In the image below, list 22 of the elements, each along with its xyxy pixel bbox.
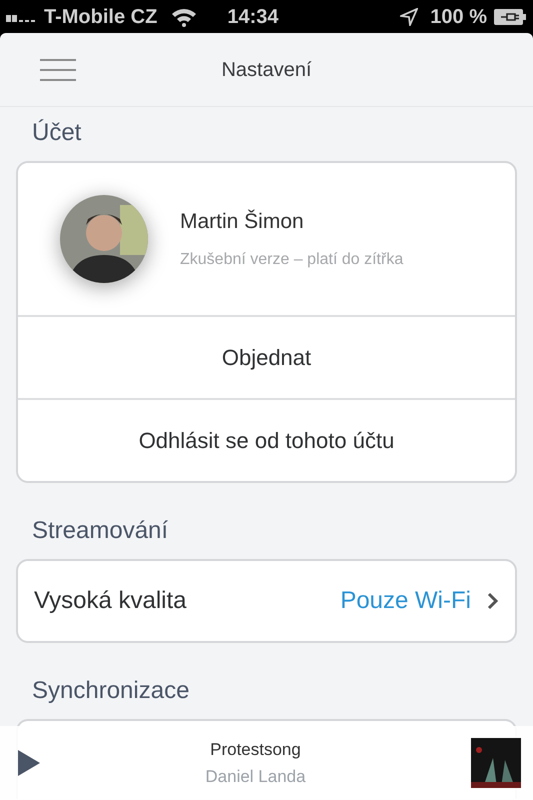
wifi-icon: [171, 6, 198, 26]
battery-icon: [493, 8, 527, 26]
settings-row[interactable]: Vysoká kvalita Pouze Wi-Fi: [18, 561, 515, 641]
chevron-icon: [487, 592, 499, 610]
row-value: Pouze Wi-Fi: [340, 586, 471, 616]
section-title: Synchronizace: [31, 676, 190, 706]
row-label: Vysoká kvalita: [34, 586, 187, 616]
section-title: Streamování: [31, 516, 170, 546]
account-action-button[interactable]: Objednat: [18, 315, 515, 398]
carrier-name: T-Mobile CZ: [44, 4, 158, 30]
account-action-button[interactable]: Odhlásit se od tohoto účtu: [18, 398, 515, 481]
user-name: Martin Šimon: [180, 208, 305, 236]
clock-time: 14:34: [227, 4, 278, 30]
screen-title: Nastavení: [221, 58, 312, 82]
menu-icon[interactable]: [40, 59, 76, 81]
battery-percent: 100 %: [430, 4, 487, 30]
play-icon[interactable]: [18, 750, 40, 776]
artist-name: Daniel Landa: [205, 766, 306, 788]
section-title: Účet: [31, 118, 82, 148]
subscription-status: Zkušební verze – platí do zítřka: [180, 250, 404, 270]
location-arrow-icon: [400, 8, 418, 26]
track-title: Protestsong: [210, 738, 301, 760]
